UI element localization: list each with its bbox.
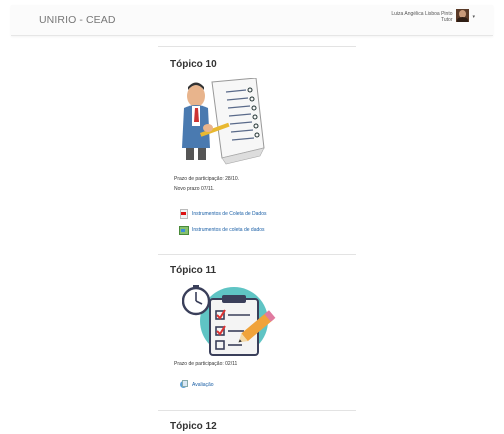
section-title: Tópico 11	[170, 265, 217, 276]
user-avatar[interactable]	[456, 9, 470, 22]
quiz-icon	[179, 380, 188, 389]
activity-link[interactable]: Avaliação	[192, 382, 214, 388]
user-info: Luiza Angélica Lisboa Pinto Tutor	[391, 11, 452, 23]
activity-item[interactable]: Avaliação	[179, 380, 214, 389]
activity-link[interactable]: Instrumentos de coleta de dados	[192, 227, 265, 233]
section-title: Tópico 10	[170, 59, 217, 70]
top-navbar: UNIRIO - CEAD Luiza Angélica Lisboa Pint…	[11, 5, 493, 36]
section-summary: Prazo de participação: 02/11	[174, 359, 237, 369]
new-deadline-text: Novo prazo 07/11.	[174, 186, 215, 192]
section-topic-12: Tópico 12	[158, 410, 356, 434]
checklist-illustration	[182, 78, 265, 165]
pdf-file-icon	[179, 209, 188, 219]
user-menu[interactable]: Luiza Angélica Lisboa Pinto Tutor ▾	[391, 9, 475, 23]
section-summary: Prazo de participação: 28/10. Novo prazo…	[174, 174, 239, 194]
section-topic-11: Tópico 11 Prazo de participação: 02/11 A…	[158, 254, 356, 410]
chevron-down-icon[interactable]: ▾	[472, 14, 475, 20]
user-role: Tutor	[441, 17, 453, 23]
activity-item[interactable]: Instrumentos de Coleta de Dados	[179, 209, 267, 219]
section-title: Tópico 12	[170, 421, 217, 432]
image-file-icon	[179, 225, 189, 235]
section-topic-10: Tópico 10 Prazo de participação: 28/10. …	[158, 46, 356, 254]
site-brand-link[interactable]: UNIRIO - CEAD	[39, 14, 116, 26]
deadline-text: Prazo de participação: 28/10.	[174, 176, 240, 182]
deadline-text: Prazo de participação: 02/11	[174, 361, 238, 367]
activity-link[interactable]: Instrumentos de Coleta de Dados	[192, 211, 267, 217]
activity-item[interactable]: Instrumentos de coleta de dados	[179, 225, 265, 235]
course-content: Tópico 10 Prazo de participação: 28/10. …	[158, 46, 356, 434]
clipboard-clock-illustration	[182, 285, 276, 356]
